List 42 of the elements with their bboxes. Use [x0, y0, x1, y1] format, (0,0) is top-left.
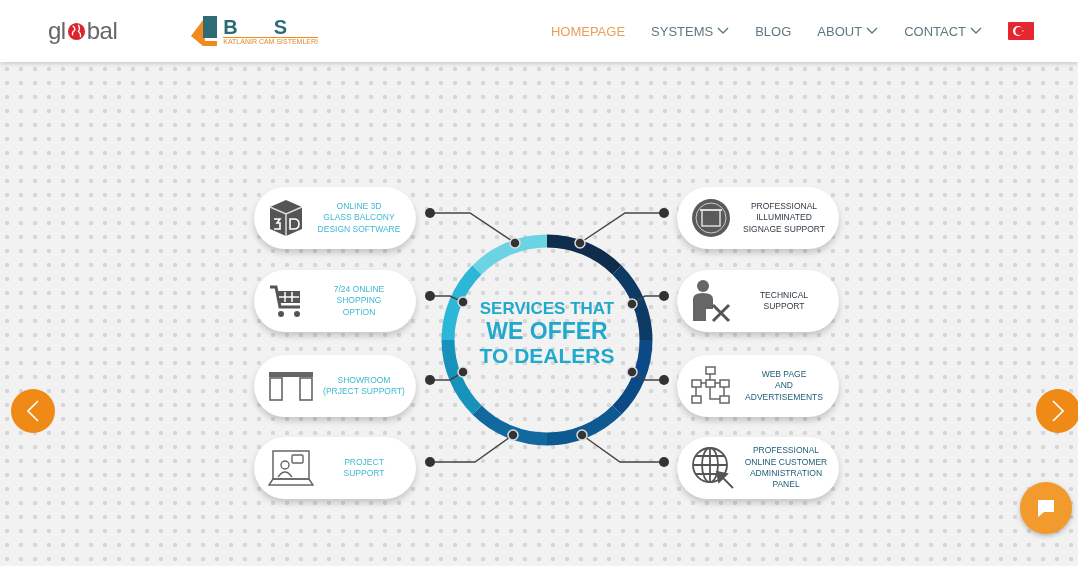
- service-label: PROFESSIONAL ILLUMINATED SIGNAGE SUPPORT: [742, 200, 826, 236]
- logo-mark-icon: [189, 14, 220, 48]
- previous-slide-button[interactable]: [11, 389, 55, 433]
- service-label: SHOWROOM (PRJECT SUPPORT): [322, 374, 406, 398]
- chevron-left-icon: [27, 400, 39, 422]
- slide-title: TO DEALERS: [479, 344, 615, 368]
- slide-title: WE OFFER: [486, 318, 608, 344]
- service-label: PROJECT SUPPORT: [342, 456, 386, 480]
- desk-icon: [268, 371, 314, 401]
- globe-cursor-icon: [691, 446, 735, 490]
- connector-line: [425, 291, 469, 308]
- chevron-down-icon: [970, 27, 982, 35]
- connector-line: [626, 366, 669, 385]
- chat-bubble-icon: [1035, 497, 1057, 519]
- chat-button[interactable]: [1020, 482, 1072, 534]
- laptop-user-icon: [268, 449, 314, 487]
- service-label: PROFESSIONAL ONLINE CUSTOMER ADMINISTRATION PANEL: [743, 445, 829, 491]
- connector-line: [425, 366, 469, 385]
- chevron-right-icon: [1052, 400, 1064, 422]
- globe-icon: [66, 21, 86, 41]
- nav-link[interactable]: SYSTEMS: [651, 23, 730, 39]
- logo-text: gl: [48, 17, 66, 45]
- signboard-icon: [691, 198, 731, 238]
- slide-title: SERVICES THAT: [479, 300, 615, 319]
- logo-letter: S: [273, 17, 287, 37]
- sitemap-icon: [691, 366, 731, 406]
- service-label: TECHNICAL SUPPORT: [758, 289, 810, 313]
- chevron-down-icon: [717, 27, 730, 35]
- technician-icon: [691, 279, 731, 323]
- service-label: WEB PAGE AND ADVERTISEMENTS: [744, 368, 824, 404]
- nav-link[interactable]: CONTACT: [904, 23, 982, 39]
- logo-text: bal: [86, 17, 118, 45]
- chevron-down-icon: [866, 27, 879, 35]
- logo-letter: B: [223, 17, 238, 37]
- next-slide-button[interactable]: [1036, 389, 1078, 433]
- service-label: 7/24 ONLINE SHOPPING OPTION: [332, 283, 386, 319]
- connector-line: [626, 291, 669, 310]
- flag-icon[interactable]: [1008, 22, 1034, 40]
- nav-link[interactable]: BLOG: [755, 23, 792, 39]
- nav-link[interactable]: ABOUT: [817, 23, 879, 39]
- service-label: ONLINE 3D GLASS BALCONY DESIGN SOFTWARE: [316, 200, 402, 236]
- cube-3d-icon: [268, 199, 304, 237]
